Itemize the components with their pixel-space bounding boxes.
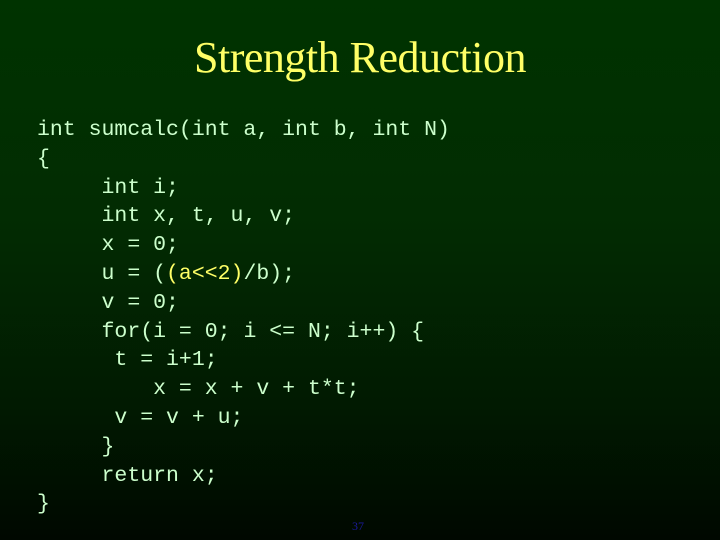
- slide-title: Strength Reduction: [194, 33, 526, 82]
- code-line-return: return x;: [101, 463, 218, 488]
- code-line-for-loop: for(i = 0; i <= N; i++) {: [101, 319, 425, 344]
- code-line: t = i+1;: [101, 348, 218, 373]
- slide-number: 37: [352, 519, 364, 533]
- code-line: v = v + u;: [101, 405, 244, 430]
- code-line-open-brace: {: [37, 146, 50, 171]
- code-line-loop-close: }: [101, 434, 115, 459]
- code-line-close-brace: }: [37, 492, 50, 517]
- code-line: v = 0;: [101, 290, 179, 315]
- code-line: int x, t, u, v;: [101, 204, 296, 229]
- code-block: int sumcalc(int a, int b, int N) { int i;…: [37, 116, 450, 519]
- code-line: x = 0;: [101, 233, 179, 258]
- code-line: int i;: [101, 175, 179, 200]
- code-line: x = x + v + t*t;: [101, 377, 360, 402]
- code-line-signature: int sumcalc(int a, int b, int N): [37, 118, 450, 142]
- highlighted-expression: (a<<2): [166, 261, 244, 286]
- code-line-highlighted: u = ((a<<2)/b);: [101, 261, 296, 286]
